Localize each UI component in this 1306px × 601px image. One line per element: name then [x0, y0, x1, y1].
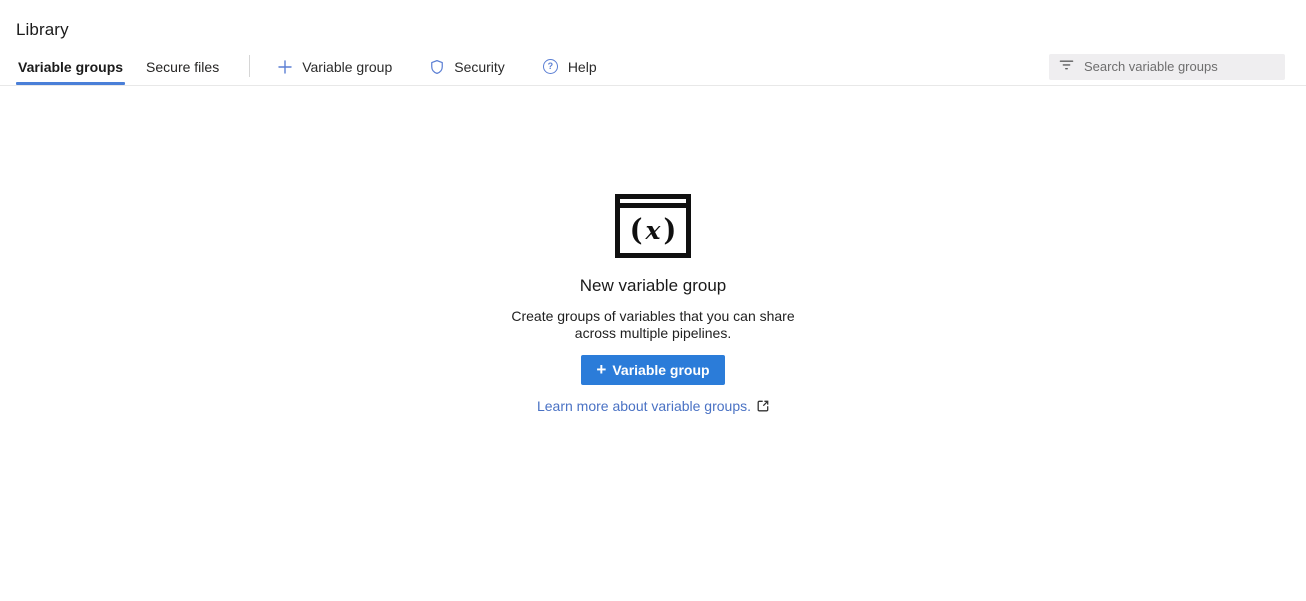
empty-state: ( x ) New variable group Create groups o… [0, 194, 1306, 414]
variable-group-button[interactable]: + Variable group [581, 355, 724, 385]
filter-icon [1059, 57, 1074, 76]
command-label: Variable group [302, 59, 392, 75]
description-line: Create groups of variables that you can … [511, 308, 794, 325]
empty-state-description: Create groups of variables that you can … [511, 308, 794, 342]
tab-label: Variable groups [18, 59, 123, 75]
variable-group-window-icon: ( x ) [615, 194, 691, 258]
tab-variable-groups[interactable]: Variable groups [16, 48, 125, 85]
add-variable-group-command[interactable]: Variable group [278, 48, 392, 85]
search-box[interactable] [1049, 54, 1285, 80]
command-label: Help [568, 59, 597, 75]
description-line: across multiple pipelines. [511, 325, 794, 342]
tab-label: Secure files [146, 59, 219, 75]
help-icon: ? [543, 59, 558, 74]
empty-state-title: New variable group [580, 276, 726, 296]
plus-icon [278, 60, 292, 74]
external-link-icon [757, 400, 769, 412]
page-header: Library [0, 0, 1306, 48]
search-input[interactable] [1084, 59, 1275, 74]
toolbar-separator [249, 55, 250, 77]
help-command[interactable]: ? Help [543, 48, 597, 85]
page-title: Library [16, 20, 1290, 40]
button-label: Variable group [612, 362, 709, 378]
learn-more-link[interactable]: Learn more about variable groups. [537, 398, 751, 414]
plus-icon: + [596, 361, 606, 378]
tab-command-bar: Variable groups Secure files Variable gr… [0, 48, 1306, 86]
variable-glyph: ( x ) [620, 208, 686, 253]
command-label: Security [454, 59, 505, 75]
learn-more-row: Learn more about variable groups. [537, 398, 769, 414]
shield-icon [430, 59, 444, 75]
security-command[interactable]: Security [430, 48, 505, 85]
tab-secure-files[interactable]: Secure files [144, 48, 221, 85]
